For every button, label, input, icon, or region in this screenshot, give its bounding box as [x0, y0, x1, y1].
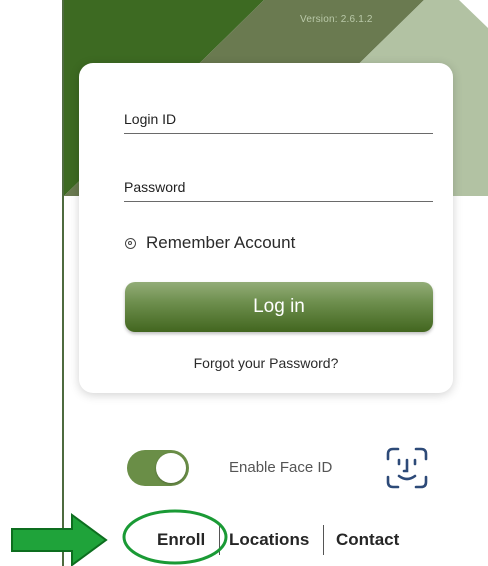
password-field-container: [124, 171, 433, 202]
locations-link[interactable]: Locations: [229, 530, 309, 550]
contact-link[interactable]: Contact: [336, 530, 399, 550]
toggle-knob: [156, 453, 186, 483]
version-label: Version: 2.6.1.2: [300, 14, 373, 25]
annotation-ellipse: [122, 509, 228, 565]
face-id-icon[interactable]: [384, 445, 430, 491]
login-card: Remember Account Log in Forgot your Pass…: [79, 63, 453, 393]
link-divider: [323, 525, 324, 555]
face-id-toggle[interactable]: [127, 450, 189, 486]
login-screen: Version: 2.6.1.2 Remember Account Log in…: [0, 0, 488, 566]
remember-account-label: Remember Account: [146, 233, 296, 252]
login-id-field-container: [124, 101, 433, 134]
forgot-password-link[interactable]: Forgot your Password?: [79, 355, 453, 371]
password-input[interactable]: [124, 179, 433, 195]
annotation-arrow: [11, 513, 108, 566]
login-button[interactable]: Log in: [125, 282, 433, 332]
login-id-input[interactable]: [124, 111, 433, 127]
radio-icon: [125, 237, 136, 249]
remember-account-toggle[interactable]: Remember Account: [125, 230, 295, 256]
face-id-label: Enable Face ID: [229, 459, 333, 476]
